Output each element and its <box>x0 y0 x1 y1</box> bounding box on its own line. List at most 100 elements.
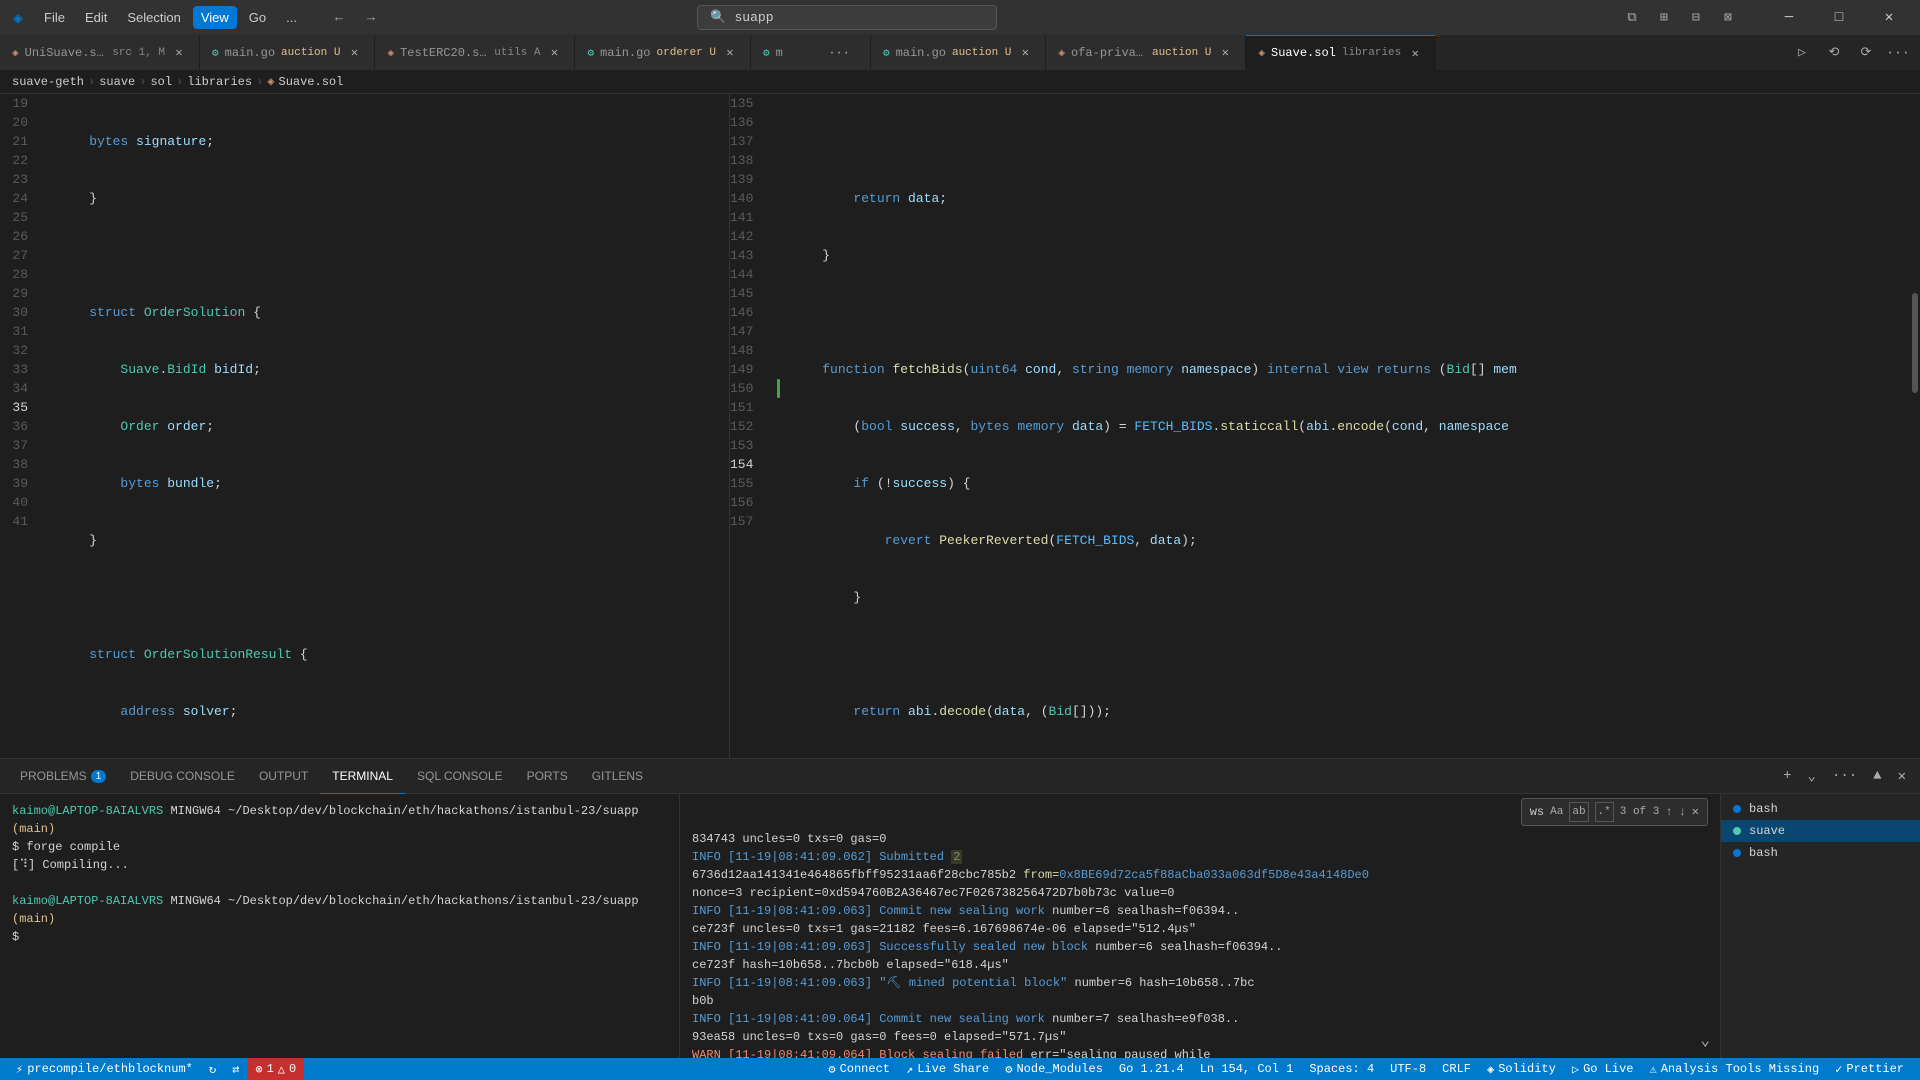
nav-back-btn[interactable]: ← <box>325 4 353 32</box>
breadcrumb-part3[interactable]: sol <box>150 75 172 89</box>
tab-close-suave[interactable]: ✕ <box>1407 45 1423 61</box>
log-search-bar[interactable]: ws Aa ab .* 3 of 3 ↑ ↓ ✕ <box>1521 798 1708 826</box>
run-btn[interactable]: ▷ <box>1788 39 1816 67</box>
tab-maingo1[interactable]: ⚙ main.go auction U ✕ <box>200 35 375 70</box>
log-line-9: INFO [11-19|08:41:09.063] "⛏ mined poten… <box>692 974 1708 992</box>
layout-btn2[interactable]: ⊟ <box>1682 4 1710 32</box>
prev-match-btn[interactable]: ↑ <box>1665 803 1672 821</box>
code-line-142: revert PeekerReverted(FETCH_BIDS, data); <box>791 531 1910 550</box>
statusbar-solidity[interactable]: ◈ Solidity <box>1479 1058 1564 1080</box>
tab-terminal[interactable]: TERMINAL <box>320 759 405 794</box>
maximize-btn[interactable]: □ <box>1816 0 1862 35</box>
tab-unisuave[interactable]: ◈ UniSuave.sol src 1, M ✕ <box>0 35 200 70</box>
liveshare-label: Live Share <box>917 1062 989 1076</box>
tab-m-dots[interactable]: ⚙ m ··· <box>751 35 871 70</box>
tab-sql-console[interactable]: SQL CONSOLE <box>405 759 515 794</box>
statusbar-connect[interactable]: ⚙ Connect <box>820 1058 898 1080</box>
nav-forward-btn[interactable]: → <box>357 4 385 32</box>
tab-testerc20[interactable]: ◈ TestERC20.sol utils A ✕ <box>375 35 575 70</box>
terminal-add-btn[interactable]: + <box>1777 766 1797 786</box>
menu-go[interactable]: Go <box>241 6 274 29</box>
layout-btn3[interactable]: ⊠ <box>1714 4 1742 32</box>
code-line-21 <box>58 246 729 265</box>
tab-close-ofaprivate[interactable]: ✕ <box>1217 45 1233 61</box>
tab-problems[interactable]: PROBLEMS 1 <box>8 759 118 794</box>
breadcrumb-part1[interactable]: suave-geth <box>12 75 84 89</box>
breadcrumb-part4[interactable]: libraries <box>187 75 252 89</box>
split-editor-btn[interactable]: ⧉ <box>1618 4 1646 32</box>
debug-fwd-btn[interactable]: ⟳ <box>1852 39 1880 67</box>
tab-close-unisuave[interactable]: ✕ <box>171 45 187 61</box>
tab-debug-console[interactable]: DEBUG CONSOLE <box>118 759 247 794</box>
terminal-item-bash1[interactable]: bash <box>1721 798 1920 820</box>
statusbar-analysis[interactable]: ⚠ Analysis Tools Missing <box>1641 1058 1827 1080</box>
statusbar-spaces[interactable]: Spaces: 4 <box>1301 1058 1382 1080</box>
tab-ofaprivate[interactable]: ◈ ofa-private.sol auction U ✕ <box>1046 35 1246 70</box>
close-search-btn[interactable]: ✕ <box>1692 803 1699 821</box>
scroll-down-btn[interactable]: ⌄ <box>1700 1030 1710 1050</box>
menu-edit[interactable]: Edit <box>77 6 115 29</box>
tab-maingo3[interactable]: ⚙ main.go auction U ✕ <box>871 35 1046 70</box>
code-left[interactable]: bytes signature; } struct OrderSolution … <box>50 94 729 758</box>
close-btn[interactable]: ✕ <box>1866 0 1912 35</box>
code-right[interactable]: return data; } function fetchBids(uint64… <box>783 94 1910 758</box>
statusbar-git-changes[interactable]: ⇄ <box>224 1058 247 1080</box>
code-line-145: return abi.decode(data, (Bid[])); <box>791 702 1910 721</box>
regex-icon[interactable]: .* <box>1595 802 1614 822</box>
menu-more[interactable]: ... <box>278 6 305 29</box>
terminal-item-suave[interactable]: suave <box>1721 820 1920 842</box>
statusbar-go-version[interactable]: Go 1.21.4 <box>1111 1058 1192 1080</box>
tab-maingo2[interactable]: ⚙ main.go orderer U ✕ <box>575 35 750 70</box>
menu-view[interactable]: View <box>193 6 237 29</box>
tab-icon-maingo2: ⚙ <box>587 46 594 60</box>
editor-right: 135 136 137 138 139 140 141 142 143 144 … <box>730 94 1920 758</box>
golive-icon: ▷ <box>1572 1062 1579 1077</box>
terminal-maximize-btn[interactable]: ▲ <box>1867 766 1887 786</box>
tab-close-testerc20[interactable]: ✕ <box>546 45 562 61</box>
vscrollbar-right[interactable] <box>1910 94 1920 758</box>
more-actions-btn[interactable]: ··· <box>1884 39 1912 67</box>
breadcrumb-filename[interactable]: Suave.sol <box>279 75 344 89</box>
search-bar[interactable]: 🔍 suapp <box>697 5 997 30</box>
tab-close-maingo3[interactable]: ✕ <box>1017 45 1033 61</box>
terminal-more-btn[interactable]: ··· <box>1826 766 1863 786</box>
statusbar-branch[interactable]: ⚡ precompile/ethblocknum* <box>8 1058 201 1080</box>
statusbar-cursor[interactable]: Ln 154, Col 1 <box>1192 1058 1302 1080</box>
next-match-btn[interactable]: ↓ <box>1679 803 1686 821</box>
menu-file[interactable]: File <box>36 6 73 29</box>
terminal-item-bash2[interactable]: bash <box>1721 842 1920 864</box>
tab-output[interactable]: OUTPUT <box>247 759 320 794</box>
tab-ports[interactable]: PORTS <box>515 759 580 794</box>
tab-close-maingo1[interactable]: ✕ <box>346 45 362 61</box>
case-sensitive-icon[interactable]: Aa <box>1550 803 1563 821</box>
terminal-dot-suave <box>1733 827 1741 835</box>
terminal-left[interactable]: kaimo@LAPTOP-8AIALVRS MINGW64 ~/Desktop/… <box>0 794 680 1058</box>
statusbar-line-ending[interactable]: CRLF <box>1434 1058 1479 1080</box>
terminal-right[interactable]: ws Aa ab .* 3 of 3 ↑ ↓ ✕ 834743 uncles=0… <box>680 794 1720 1058</box>
terminal-close-btn[interactable]: ✕ <box>1892 766 1912 787</box>
layout-btn1[interactable]: ⊞ <box>1650 4 1678 32</box>
statusbar-liveshare[interactable]: ↗ Live Share <box>898 1058 997 1080</box>
whole-word-icon[interactable]: ab <box>1569 802 1588 822</box>
terminal-label-bash2: bash <box>1749 846 1778 860</box>
statusbar-prettier[interactable]: ✓ Prettier <box>1827 1058 1912 1080</box>
terminal-label-suave: suave <box>1749 824 1785 838</box>
statusbar-errors[interactable]: ⊗ 1 △ 0 <box>247 1058 304 1080</box>
tab-name-m: m <box>776 46 815 60</box>
tab-suave[interactable]: ◈ Suave.sol libraries ✕ <box>1246 35 1436 70</box>
statusbar-sync-btn[interactable]: ↻ <box>201 1058 224 1080</box>
tab-overflow[interactable]: ··· <box>820 46 858 60</box>
git-changes-icon: ⇄ <box>232 1062 239 1077</box>
tab-gitlens[interactable]: GITLENS <box>580 759 655 794</box>
debug-back-btn[interactable]: ⟲ <box>1820 39 1848 67</box>
terminal-split-btn[interactable]: ⌄ <box>1802 766 1822 787</box>
statusbar-node-modules[interactable]: ⚙ Node_Modules <box>997 1058 1111 1080</box>
menu-selection[interactable]: Selection <box>119 6 188 29</box>
code-line-139: function fetchBids(uint64 cond, string m… <box>791 360 1910 379</box>
error-icon: ⊗ <box>255 1062 262 1077</box>
breadcrumb-part2[interactable]: suave <box>99 75 135 89</box>
tab-close-maingo2[interactable]: ✕ <box>722 45 738 61</box>
statusbar-encoding[interactable]: UTF-8 <box>1382 1058 1434 1080</box>
minimize-btn[interactable]: ─ <box>1766 0 1812 35</box>
statusbar-golive[interactable]: ▷ Go Live <box>1564 1058 1642 1080</box>
